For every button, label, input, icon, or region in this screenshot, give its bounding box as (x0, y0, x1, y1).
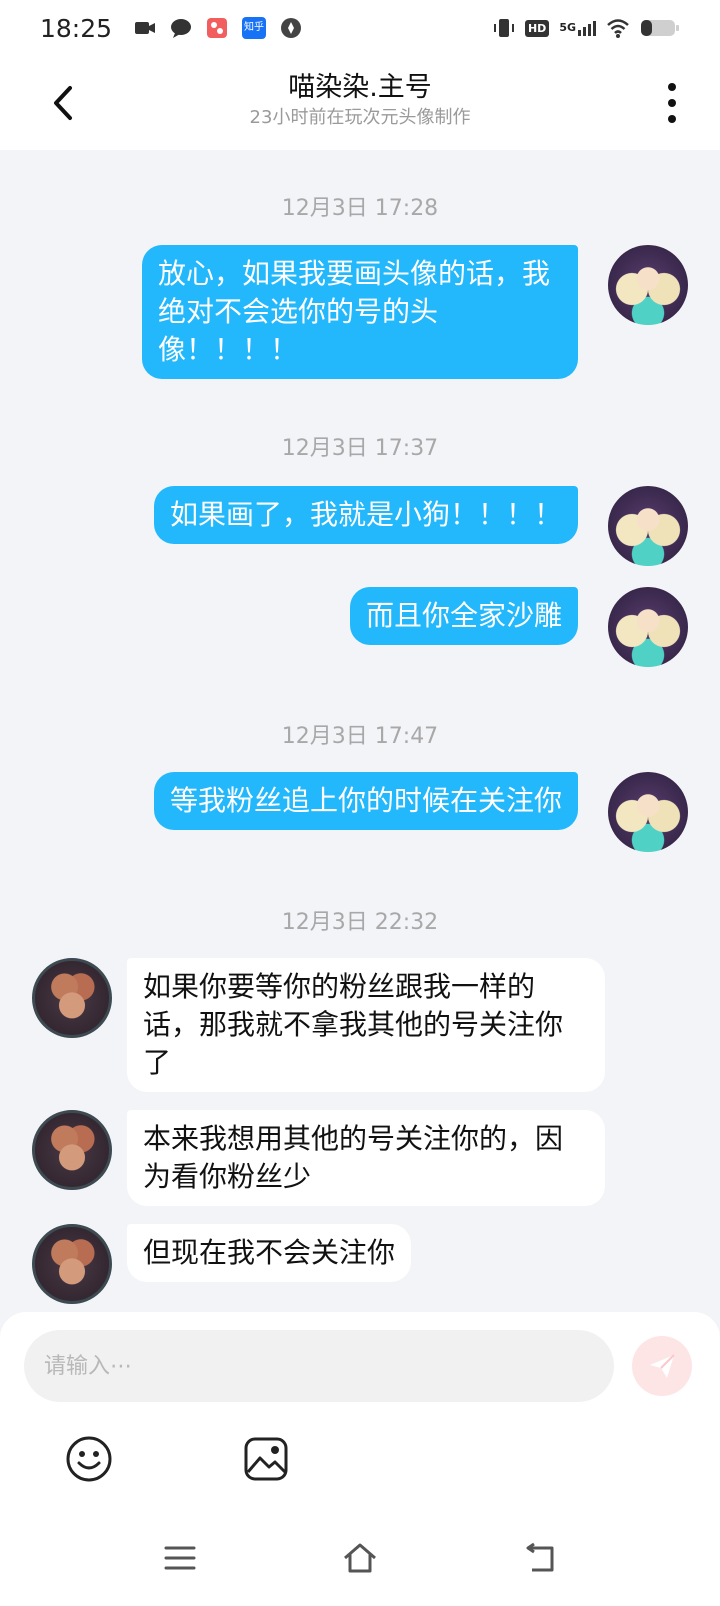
system-nav-bar (0, 1512, 720, 1606)
status-bar: 18:25 知乎 HD 5G (0, 0, 720, 56)
outgoing-message[interactable]: 而且你全家沙雕 (349, 587, 578, 645)
hd-icon: HD (524, 19, 550, 37)
app-icon (207, 18, 228, 38)
message-timestamp: 12月3日 17:47 (281, 724, 439, 749)
compass-icon (281, 18, 302, 38)
status-right: HD 5G (493, 17, 680, 39)
my-avatar[interactable] (608, 245, 688, 325)
my-avatar[interactable] (608, 486, 688, 566)
incoming-message[interactable]: 本来我想用其他的号关注你的，因为看你粉丝少 (127, 1110, 605, 1206)
outgoing-message[interactable]: 如果画了，我就是小狗！！！！ (153, 486, 578, 544)
back-nav-icon[interactable] (520, 1538, 560, 1578)
signal-5g-icon: 5G (559, 20, 596, 36)
menu-icon[interactable] (160, 1538, 200, 1578)
message-input[interactable] (24, 1330, 614, 1402)
status-left: 18:25 知乎 (40, 14, 302, 43)
title-wrap: 喵染染.主号 23小时前在玩次元头像制作 (250, 70, 471, 130)
vibrate-icon (493, 19, 514, 37)
message-timestamp: 12月3日 17:28 (281, 196, 439, 221)
status-time: 18:25 (40, 13, 113, 43)
home-icon[interactable] (340, 1538, 380, 1578)
chat-icon (171, 19, 192, 38)
send-icon (650, 1354, 675, 1378)
send-button[interactable] (632, 1336, 692, 1396)
contact-avatar[interactable] (32, 1224, 112, 1304)
zhihu-icon: 知乎 (242, 17, 267, 39)
chat-header: 喵染染.主号 23小时前在玩次元头像制作 (0, 56, 720, 150)
emoji-button[interactable] (64, 1434, 114, 1484)
chat-title[interactable]: 喵染染.主号 (250, 70, 471, 106)
message-timestamp: 12月3日 22:32 (281, 910, 439, 935)
video-icon (135, 22, 156, 34)
outgoing-message[interactable]: 放心，如果我要画头像的话，我绝对不会选你的号的头像！！！！ (142, 245, 578, 379)
contact-avatar[interactable] (32, 958, 112, 1038)
network-label: 5G (559, 20, 576, 34)
more-options-button[interactable] (660, 80, 684, 126)
composer-panel (0, 1312, 720, 1512)
image-button[interactable] (241, 1434, 291, 1484)
message-timestamp: 12月3日 17:37 (281, 436, 439, 461)
battery-icon (641, 20, 679, 36)
chat-screen: 18:25 知乎 HD 5G 喵染染.主号 23小时前在玩次元头像制作 12月3… (0, 0, 720, 1606)
my-avatar[interactable] (608, 587, 688, 667)
wifi-icon (607, 19, 629, 38)
incoming-message[interactable]: 但现在我不会关注你 (127, 1224, 412, 1282)
message-list[interactable]: 12月3日 17:28 放心，如果我要画头像的话，我绝对不会选你的号的头像！！！… (0, 150, 720, 1310)
chat-subtitle: 23小时前在玩次元头像制作 (249, 107, 471, 128)
contact-avatar[interactable] (32, 1110, 112, 1190)
outgoing-message[interactable]: 等我粉丝追上你的时候在关注你 (153, 772, 578, 830)
incoming-message[interactable]: 如果你要等你的粉丝跟我一样的话，那我就不拿我其他的号关注你了 (127, 958, 605, 1092)
my-avatar[interactable] (608, 772, 688, 852)
back-button[interactable] (44, 80, 84, 126)
